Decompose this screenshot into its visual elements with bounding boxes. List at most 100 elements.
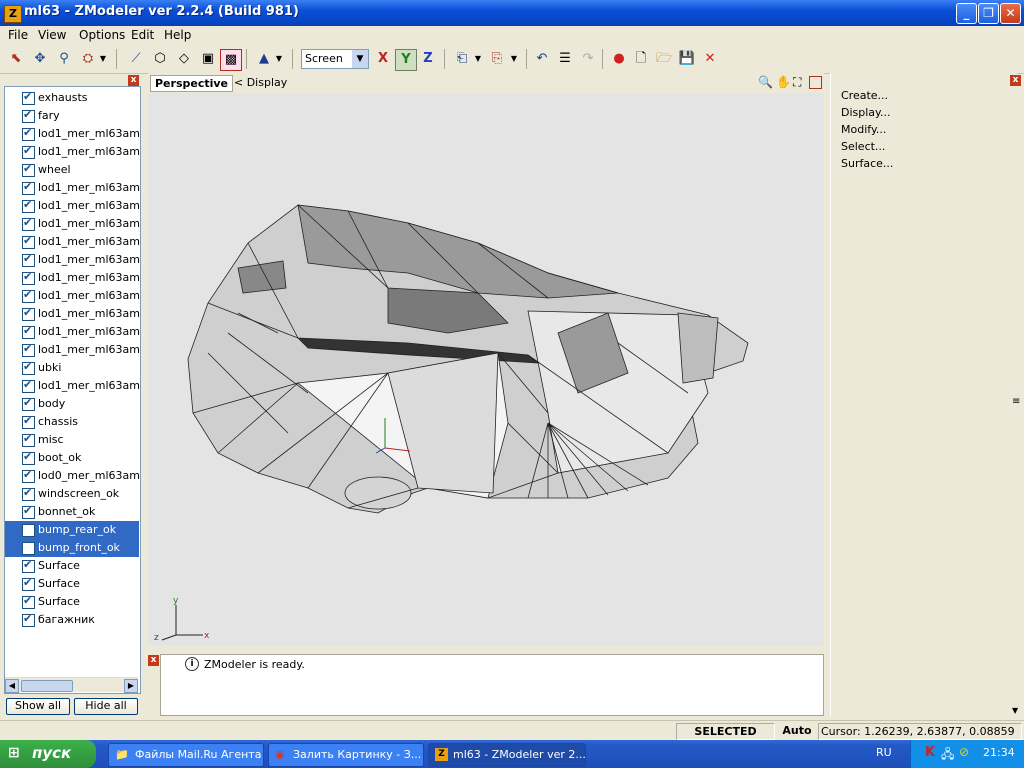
menu-file[interactable]: File bbox=[8, 28, 28, 42]
maximize-button[interactable]: ❐ bbox=[978, 3, 999, 24]
visibility-checkbox[interactable] bbox=[22, 162, 35, 177]
start-button[interactable]: ⊞ пуск bbox=[0, 740, 96, 768]
dropdown-arrow-icon[interactable]: ▼ bbox=[274, 49, 284, 69]
object-mode-icon[interactable]: ▣ bbox=[198, 49, 218, 69]
task-mailru[interactable]: 📁 Файлы Mail.Ru Агента bbox=[108, 743, 264, 767]
chevron-down-icon[interactable]: ▼ bbox=[352, 50, 368, 68]
dropdown-arrow-icon[interactable]: ▼ bbox=[98, 49, 108, 69]
hide-all-button[interactable]: Hide all bbox=[74, 698, 138, 715]
visibility-checkbox[interactable] bbox=[22, 558, 35, 573]
chevron-right-icon[interactable]: ▶ bbox=[124, 679, 138, 693]
list-item[interactable]: lod1_mer_ml63amg_0 bbox=[5, 125, 140, 143]
visibility-checkbox[interactable] bbox=[22, 414, 35, 429]
command-create[interactable]: Create... bbox=[841, 89, 888, 102]
move-icon[interactable]: ✥ bbox=[30, 49, 50, 69]
visibility-checkbox[interactable] bbox=[22, 108, 35, 123]
list-item[interactable]: lod1_mer_ml63amg_0 bbox=[5, 179, 140, 197]
list-item[interactable]: багажник bbox=[5, 611, 139, 629]
list-item[interactable]: boot_ok bbox=[5, 449, 139, 467]
dropdown-arrow-icon[interactable]: ▼ bbox=[509, 49, 519, 69]
volume-icon[interactable]: ⊘ bbox=[959, 745, 969, 759]
app-icon[interactable]: Z bbox=[4, 5, 22, 23]
viewport-3d[interactable]: y x z bbox=[148, 93, 824, 646]
list-item[interactable]: lod1_mer_ml63amg_0 bbox=[5, 341, 140, 359]
visibility-checkbox[interactable] bbox=[22, 450, 35, 465]
visibility-checkbox[interactable] bbox=[22, 576, 35, 591]
menu-help[interactable]: Help bbox=[164, 28, 191, 42]
list-item[interactable]: exhausts bbox=[5, 89, 139, 107]
tab-display[interactable]: < Display bbox=[234, 76, 287, 89]
auto-indicator[interactable]: Auto bbox=[780, 723, 814, 738]
visibility-checkbox[interactable] bbox=[22, 216, 35, 231]
select-icon[interactable]: ⬉ bbox=[6, 49, 26, 69]
visibility-checkbox[interactable] bbox=[22, 252, 35, 267]
title-bar[interactable]: Z ml63 - ZModeler ver 2.2.4 (Build 981) … bbox=[0, 0, 1024, 26]
visibility-checkbox[interactable] bbox=[22, 594, 35, 609]
list-item[interactable]: wheel bbox=[5, 161, 139, 179]
output-log[interactable]: i ZModeler is ready. bbox=[160, 654, 824, 716]
list-item[interactable]: lod1_mer_ml63amg_0 bbox=[5, 305, 140, 323]
axis-x-button[interactable]: X bbox=[373, 49, 393, 69]
list-item[interactable]: Surface bbox=[5, 575, 139, 593]
command-select[interactable]: Select... bbox=[841, 140, 885, 153]
visibility-checkbox[interactable] bbox=[22, 360, 35, 375]
visibility-checkbox[interactable] bbox=[22, 504, 35, 519]
list-item[interactable]: lod1_mer_ml63amg_0 bbox=[5, 287, 140, 305]
visibility-checkbox[interactable] bbox=[22, 612, 35, 627]
visibility-checkbox[interactable] bbox=[22, 144, 35, 159]
pan-icon[interactable]: ✋ bbox=[776, 75, 791, 89]
close-icon[interactable]: x bbox=[1010, 75, 1021, 86]
visibility-checkbox[interactable] bbox=[22, 468, 35, 483]
face-mode-icon[interactable]: ◇ bbox=[174, 49, 194, 69]
zoom-extents-icon[interactable]: ⛶ bbox=[793, 75, 801, 90]
command-display[interactable]: Display... bbox=[841, 106, 890, 119]
list-item[interactable]: bonnet_ok bbox=[5, 503, 139, 521]
command-modify[interactable]: Modify... bbox=[841, 123, 886, 136]
list-item[interactable]: body bbox=[5, 395, 139, 413]
visibility-checkbox[interactable] bbox=[22, 306, 35, 321]
list-item[interactable]: fary bbox=[5, 107, 139, 125]
redo-icon[interactable]: ↷ bbox=[578, 49, 598, 69]
visibility-checkbox[interactable] bbox=[22, 180, 35, 195]
record-icon[interactable]: ● bbox=[609, 49, 629, 69]
list-item[interactable]: lod1_mer_ml63amg_0 bbox=[5, 197, 140, 215]
minimize-button[interactable]: _ bbox=[956, 3, 977, 24]
horizontal-scrollbar[interactable]: ◀ ▶ bbox=[5, 677, 138, 693]
dropdown-arrow-icon[interactable]: ▼ bbox=[473, 49, 483, 69]
menu-options[interactable]: Options bbox=[79, 28, 125, 42]
list-item[interactable]: windscreen_ok bbox=[5, 485, 139, 503]
maximize-viewport-icon[interactable] bbox=[809, 76, 822, 89]
visibility-checkbox[interactable] bbox=[22, 288, 35, 303]
list-item[interactable]: lod1_mer_ml63amg_0 bbox=[5, 377, 140, 395]
visibility-checkbox[interactable] bbox=[22, 324, 35, 339]
chevron-down-icon[interactable]: ▼ bbox=[1012, 706, 1018, 715]
visibility-checkbox[interactable] bbox=[22, 378, 35, 393]
menu-view[interactable]: View bbox=[38, 28, 66, 42]
import-icon[interactable]: ⎗ bbox=[452, 49, 472, 69]
visibility-checkbox[interactable] bbox=[22, 342, 35, 357]
tab-perspective[interactable]: Perspective bbox=[150, 75, 234, 92]
object-list[interactable]: exhausts fary lod1_mer_ml63amg_0 lod1_mer_m… bbox=[4, 86, 141, 694]
notes-icon[interactable]: ☰ bbox=[555, 49, 575, 69]
antivirus-icon[interactable]: K bbox=[925, 745, 935, 760]
list-item[interactable]: lod1_mer_ml63amg_0 bbox=[5, 269, 140, 287]
edge-mode-icon[interactable]: ⬡ bbox=[150, 49, 170, 69]
visibility-checkbox[interactable] bbox=[22, 270, 35, 285]
vertex-mode-icon[interactable]: ⟋ bbox=[126, 49, 146, 69]
list-item[interactable]: lod0_mer_ml63amg_0 bbox=[5, 467, 140, 485]
chevron-left-icon[interactable]: ◀ bbox=[5, 679, 19, 693]
visibility-checkbox[interactable] bbox=[22, 542, 35, 555]
command-surface[interactable]: Surface... bbox=[841, 157, 893, 170]
list-item[interactable]: lod1_mer_ml63amg_0 bbox=[5, 323, 140, 341]
zoom-icon[interactable]: 🔍 bbox=[758, 75, 773, 89]
close-button[interactable]: ✕ bbox=[1000, 3, 1021, 24]
open-folder-icon[interactable]: 🗁 bbox=[654, 49, 674, 69]
save-icon[interactable]: 💾 bbox=[677, 49, 697, 69]
list-item[interactable]: lod1_mer_ml63amg_0 bbox=[5, 215, 140, 233]
delete-icon[interactable]: ✕ bbox=[700, 49, 720, 69]
list-item[interactable]: lod1_mer_ml63amg_0 bbox=[5, 251, 140, 269]
export-icon[interactable]: ⎘ bbox=[487, 49, 507, 69]
list-item[interactable]: lod1_mer_ml63amg_0 bbox=[5, 233, 140, 251]
task-zmodeler[interactable]: Z ml63 - ZModeler ver 2... bbox=[428, 743, 586, 767]
language-indicator[interactable]: RU bbox=[876, 746, 892, 759]
